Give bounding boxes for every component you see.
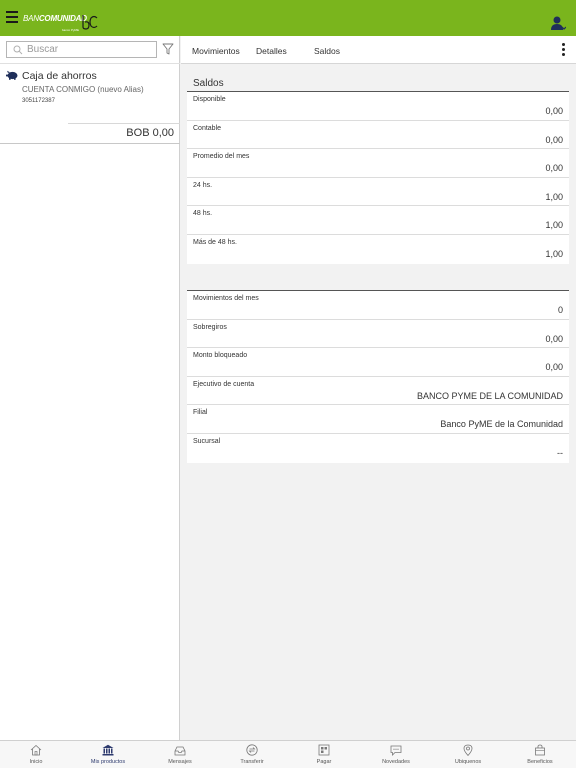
transfer-icon xyxy=(246,744,258,756)
accounts-panel: Caja de ahorros CUENTA CONMIGO (nuevo Al… xyxy=(0,36,180,740)
account-name: Caja de ahorros xyxy=(22,70,97,82)
detail-row: Movimientos del mes 0 xyxy=(187,291,569,320)
row-label: 48 hs. xyxy=(193,210,213,218)
nav-label: Pagar xyxy=(316,759,332,765)
row-value: 0,00 xyxy=(545,134,563,145)
saldos-card: Disponible 0,00 Contable 0,00 Promedio d… xyxy=(187,91,569,264)
row-value: 0,00 xyxy=(545,333,563,344)
nav-label: Beneficios xyxy=(527,759,553,765)
detail-tabs: Movimientos Detalles Saldos xyxy=(181,36,576,64)
nav-beneficios[interactable]: Beneficios xyxy=(504,741,576,768)
filter-icon[interactable] xyxy=(162,43,174,55)
hamburger-menu-icon[interactable] xyxy=(6,11,18,25)
row-value: 0,00 xyxy=(545,362,563,373)
account-number: 3051172387 xyxy=(22,98,55,104)
divider xyxy=(0,143,180,144)
user-icon[interactable] xyxy=(550,15,566,31)
row-label: Ejecutivo de cuenta xyxy=(193,380,255,388)
detail-row: Ejecutivo de cuenta BANCO PYME DE LA COM… xyxy=(187,377,569,406)
row-label: Filial xyxy=(193,409,208,417)
home-icon xyxy=(30,744,42,756)
nav-label: Transferir xyxy=(240,759,264,765)
piggy-bank-icon xyxy=(6,70,18,80)
nav-label: Mensajes xyxy=(168,759,192,765)
row-value: 0,00 xyxy=(545,106,563,116)
tab-saldos[interactable]: Saldos xyxy=(314,46,340,56)
row-value: -- xyxy=(557,447,563,458)
search-input[interactable] xyxy=(27,42,152,57)
app-header: BANCOMUNIDAD banco PyME xyxy=(0,0,576,36)
account-alias: CUENTA CONMIGO (nuevo Alias) xyxy=(22,85,144,94)
balance-row: 24 hs. 1,00 xyxy=(187,178,569,207)
nav-transferir[interactable]: Transferir xyxy=(216,741,288,768)
nav-novedades[interactable]: Novedades xyxy=(360,741,432,768)
brand-name: BANCOMUNIDAD xyxy=(23,14,87,23)
detail-row: Monto bloqueado 0,00 xyxy=(187,348,569,377)
row-value: 1,00 xyxy=(545,248,563,259)
balance-row: 48 hs. 1,00 xyxy=(187,206,569,235)
nav-mensajes[interactable]: Mensajes xyxy=(144,741,216,768)
nav-inicio[interactable]: Inicio xyxy=(0,741,72,768)
balance-row: Disponible 0,00 xyxy=(187,92,569,121)
account-balance: BOB 0,00 xyxy=(126,127,174,139)
brand-subtitle: banco PyME xyxy=(62,28,80,32)
detail-row: Sucursal -- xyxy=(187,434,569,463)
balance-row: Contable 0,00 xyxy=(187,121,569,150)
details-card: Movimientos del mes 0 Sobregiros 0,00 Mo… xyxy=(187,290,569,463)
nav-pagar[interactable]: Pagar xyxy=(288,741,360,768)
row-label: Monto bloqueado xyxy=(193,352,248,360)
balance-row: Más de 48 hs. 1,00 xyxy=(187,235,569,264)
bottom-navigation: Inicio Mis productos Mensajes Transferir xyxy=(0,740,576,768)
row-label: Sucursal xyxy=(193,437,221,445)
search-box xyxy=(6,41,157,58)
nav-label: Mis productos xyxy=(90,759,126,765)
nav-mis-productos[interactable]: Mis productos xyxy=(72,741,144,768)
detail-row: Filial Banco PyME de la Comunidad xyxy=(187,405,569,434)
row-value: 0,00 xyxy=(545,163,563,174)
nav-label: Ubiquenos xyxy=(454,759,482,765)
inbox-icon xyxy=(174,746,186,756)
more-options-icon[interactable] xyxy=(562,43,566,57)
row-value: BANCO PYME DE LA COMUNIDAD xyxy=(416,390,563,401)
nav-label: Novedades xyxy=(382,759,410,765)
row-value: Banco PyME de la Comunidad xyxy=(440,419,563,430)
row-label: Sobregiros xyxy=(193,323,227,331)
brand-logo: BANCOMUNIDAD xyxy=(23,14,87,23)
tab-movimientos[interactable]: Movimientos xyxy=(192,46,240,56)
row-label: Contable xyxy=(193,124,222,132)
nav-label: Inicio xyxy=(29,759,43,765)
tab-detalles[interactable]: Detalles xyxy=(256,46,287,56)
account-item[interactable]: Caja de ahorros CUENTA CONMIGO (nuevo Al… xyxy=(0,64,180,144)
nav-ubiquenos[interactable]: Ubiquenos xyxy=(432,741,504,768)
balance-row: Promedio del mes 0,00 xyxy=(187,149,569,178)
pay-icon xyxy=(318,744,330,756)
search-icon xyxy=(13,45,23,55)
bc-logo-icon xyxy=(82,15,98,30)
row-label: 24 hs. xyxy=(193,181,213,189)
row-label: Disponible xyxy=(193,96,226,103)
bank-icon xyxy=(102,744,114,756)
location-pin-icon xyxy=(463,744,473,756)
row-value: 0 xyxy=(557,305,563,315)
divider xyxy=(68,123,180,124)
bag-icon xyxy=(535,744,545,756)
section-title: Saldos xyxy=(193,78,224,89)
row-label: Movimientos del mes xyxy=(193,295,259,302)
row-label: Más de 48 hs. xyxy=(193,238,237,246)
detail-row: Sobregiros 0,00 xyxy=(187,320,569,349)
row-label: Promedio del mes xyxy=(193,153,250,161)
row-value: 1,00 xyxy=(545,220,563,231)
row-value: 1,00 xyxy=(545,191,563,202)
chat-icon xyxy=(390,745,402,756)
